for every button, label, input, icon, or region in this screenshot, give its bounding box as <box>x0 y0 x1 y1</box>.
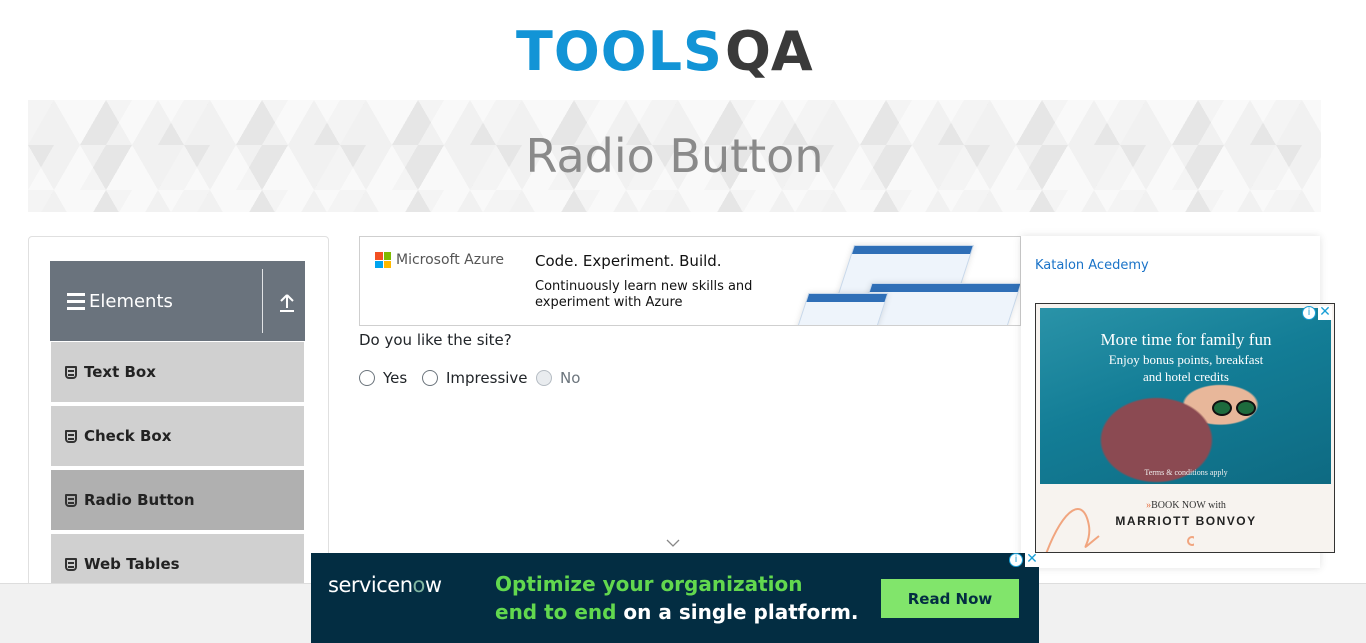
adchoices-info-icon[interactable]: i <box>1009 553 1023 567</box>
html5-icon <box>65 429 77 443</box>
azure-ad-banner[interactable]: Microsoft Azure Code. Experiment. Build.… <box>359 236 1021 326</box>
sidebar-item-label: Text Box <box>84 363 156 381</box>
radio-circle[interactable] <box>422 370 438 386</box>
sidebar-group-elements[interactable]: Elements <box>50 261 305 341</box>
chevron-down-icon[interactable] <box>666 539 680 547</box>
dashboard-screenshot-image <box>792 243 1020 325</box>
close-icon[interactable]: ✕ <box>1318 305 1332 320</box>
ad-headline-1: Optimize your organization <box>495 572 803 596</box>
radio-label[interactable]: Impressive <box>446 369 528 387</box>
servicenow-logo: servicenow <box>328 573 442 597</box>
ad-controls: i ✕ <box>1302 305 1332 320</box>
radio-question: Do you like the site? <box>359 331 512 349</box>
ad-subline: Enjoy bonus points, breakfast and hotel … <box>1036 351 1334 385</box>
sidebar-item-label: Radio Button <box>84 491 195 509</box>
toolsqa-logo[interactable]: TOOLS QA <box>516 14 838 90</box>
radio-impressive[interactable]: Impressive <box>422 369 528 387</box>
ad-subline-1: Enjoy bonus points, breakfast <box>1108 352 1264 367</box>
servicenow-ad[interactable]: servicenow Optimize your organization en… <box>311 553 1039 643</box>
sidebar-item-label: Check Box <box>84 427 172 445</box>
html5-icon <box>65 557 77 571</box>
ad-subline-2: and hotel credits <box>1143 369 1229 384</box>
ad-terms: Terms & conditions apply <box>1144 468 1228 477</box>
ad-headline: Code. Experiment. Build. <box>535 252 722 270</box>
sidebar-item-text-box[interactable]: Text Box <box>51 342 304 404</box>
radio-circle[interactable] <box>359 370 375 386</box>
adchoices-info-icon[interactable]: i <box>1302 306 1316 320</box>
menu-icon <box>67 292 85 310</box>
html5-icon <box>65 365 77 379</box>
radio-label[interactable]: Yes <box>383 369 407 387</box>
radio-yes[interactable]: Yes <box>359 369 407 387</box>
book-text: BOOK NOW with <box>1151 500 1226 511</box>
page-banner: Radio Button <box>28 100 1321 212</box>
ad-headline: More time for family fun <box>1100 330 1272 349</box>
ad-brand: Microsoft Azure <box>396 252 505 268</box>
sidebar-item-check-box[interactable]: Check Box <box>51 406 304 468</box>
upload-icon <box>280 294 294 312</box>
marriott-ad[interactable]: More time for family fun Enjoy bonus poi… <box>1035 303 1335 553</box>
logo-tools-text: TOOLS <box>516 20 723 83</box>
page-title: Radio Button <box>525 129 824 183</box>
radio-label: No <box>560 369 581 387</box>
katalon-academy-link[interactable]: Katalon Acedemy <box>1035 258 1149 273</box>
sidebar-group-title: Elements <box>89 290 173 312</box>
sidebar-item-label: Web Tables <box>84 555 180 573</box>
html5-icon <box>65 493 77 507</box>
radio-no: No <box>536 369 580 387</box>
ad-body: Continuously learn new skills and experi… <box>535 279 753 310</box>
ad-brand: MARRIOTT BONVOY <box>1115 514 1257 528</box>
ad-headline-2: end to end on a single platform. <box>495 600 859 624</box>
logo-qa-text: QA <box>724 20 813 83</box>
divider <box>262 269 263 333</box>
read-now-button[interactable]: Read Now <box>881 579 1019 618</box>
microsoft-logo-icon <box>375 252 391 268</box>
sunglasses-image <box>1212 400 1260 418</box>
close-icon[interactable]: ✕ <box>1025 553 1039 567</box>
sidebar-item-radio-button[interactable]: Radio Button <box>51 470 304 532</box>
ad-book-now[interactable]: »BOOK NOW with <box>1036 500 1334 511</box>
radio-circle <box>536 370 552 386</box>
ad-controls: i ✕ <box>1009 553 1039 567</box>
